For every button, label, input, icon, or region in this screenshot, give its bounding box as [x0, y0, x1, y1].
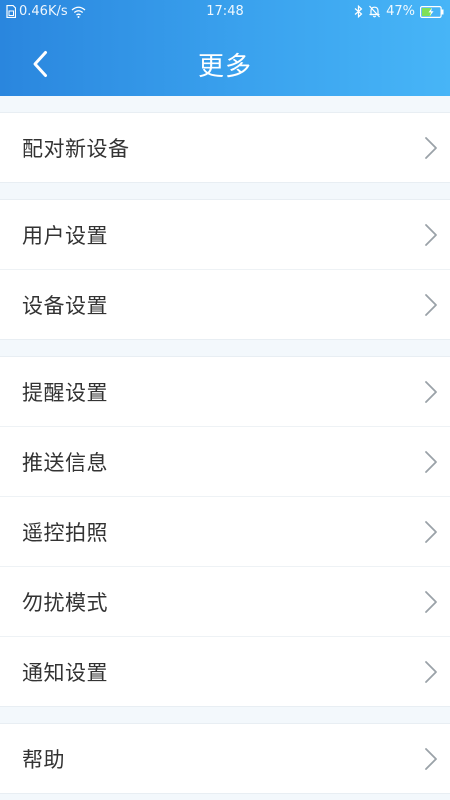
chevron-right-icon: [425, 747, 437, 770]
menu-group-features: 提醒设置 推送信息 遥控拍照 勿扰模式 通知设置: [0, 356, 450, 707]
menu-item-label: 帮助: [22, 747, 65, 772]
bluetooth-icon: [354, 5, 363, 18]
menu-item-remote-camera[interactable]: 遥控拍照: [0, 496, 450, 566]
chevron-right-icon: [425, 450, 437, 473]
menu-item-label: 用户设置: [22, 223, 108, 248]
menu-item-help[interactable]: 帮助: [0, 724, 450, 793]
title-bar: 更多: [0, 36, 450, 92]
menu-item-label: 提醒设置: [22, 380, 108, 405]
menu-item-reminder-settings[interactable]: 提醒设置: [0, 357, 450, 426]
section-gap: [0, 340, 450, 356]
menu-item-label: 遥控拍照: [22, 520, 108, 545]
menu-item-label: 通知设置: [22, 660, 108, 685]
menu-item-label: 配对新设备: [22, 136, 130, 161]
app-header: 0.46K/s 17:48 47% 更多: [0, 0, 450, 96]
mute-bell-icon: [369, 5, 381, 18]
menu-group-help: 帮助: [0, 723, 450, 794]
section-gap: [0, 707, 450, 723]
battery-charging-icon: [420, 5, 444, 18]
menu-item-label: 勿扰模式: [22, 590, 108, 615]
chevron-right-icon: [425, 380, 437, 403]
page-title: 更多: [197, 52, 252, 82]
menu-group-pairing: 配对新设备: [0, 112, 450, 183]
chevron-right-icon: [425, 293, 437, 316]
menu-item-notification-settings[interactable]: 通知设置: [0, 636, 450, 706]
menu-item-label: 设备设置: [22, 293, 108, 318]
menu-group-settings: 用户设置 设备设置: [0, 199, 450, 340]
menu-list: 配对新设备 用户设置 设备设置 提醒设置 推送信息 遥控拍照 勿扰模式 通知设置…: [0, 96, 450, 794]
chevron-right-icon: [425, 660, 437, 683]
menu-item-do-not-disturb[interactable]: 勿扰模式: [0, 566, 450, 636]
status-right: 47%: [354, 4, 444, 19]
chevron-right-icon: [425, 520, 437, 543]
battery-percent: 47%: [386, 4, 415, 19]
menu-item-user-settings[interactable]: 用户设置: [0, 200, 450, 269]
menu-item-label: 推送信息: [22, 450, 108, 475]
menu-item-push-messages[interactable]: 推送信息: [0, 426, 450, 496]
chevron-right-icon: [425, 223, 437, 246]
section-gap: [0, 96, 450, 112]
menu-item-device-settings[interactable]: 设备设置: [0, 269, 450, 339]
chevron-right-icon: [425, 136, 437, 159]
status-bar: 0.46K/s 17:48 47%: [0, 0, 450, 24]
section-gap: [0, 183, 450, 199]
menu-item-pair-new-device[interactable]: 配对新设备: [0, 113, 450, 182]
chevron-right-icon: [425, 590, 437, 613]
